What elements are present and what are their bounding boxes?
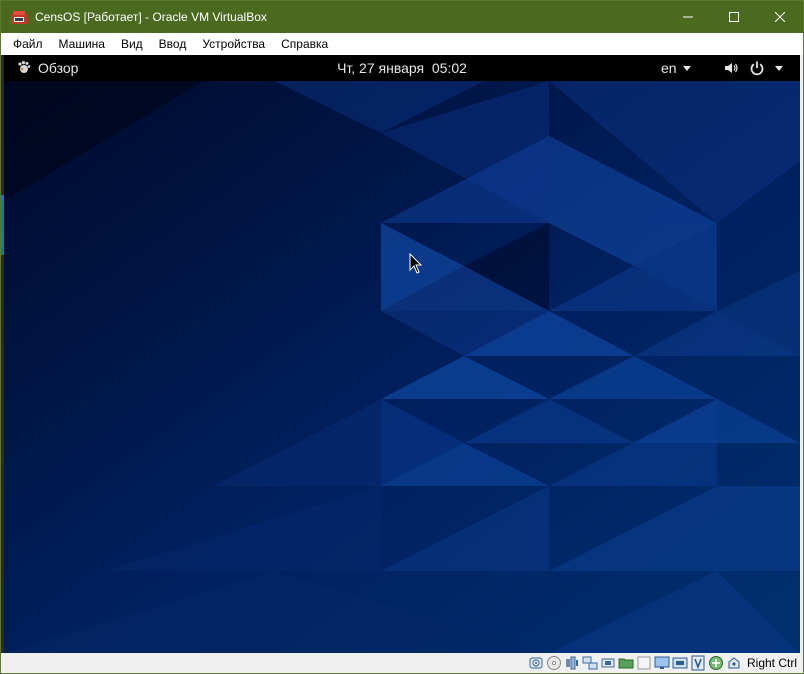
maximize-icon [729, 12, 739, 22]
menu-input[interactable]: Ввод [151, 34, 195, 54]
minimize-button[interactable] [665, 1, 711, 33]
maximize-button[interactable] [711, 1, 757, 33]
menu-devices[interactable]: Устройства [194, 34, 273, 54]
language-label: en [661, 60, 677, 76]
volume-icon [725, 63, 738, 73]
guest-display[interactable]: Обзор Чт, 27 января 05:02 en [4, 55, 800, 653]
menu-view[interactable]: Вид [113, 34, 151, 54]
menu-help[interactable]: Справка [273, 34, 336, 54]
clipboard-icon[interactable] [636, 655, 652, 671]
mouse-pointer-icon [409, 253, 423, 274]
menu-file[interactable]: Файл [5, 34, 51, 54]
menu-machine[interactable]: Машина [51, 34, 113, 54]
chevron-down-icon [682, 65, 691, 71]
title-bar[interactable]: CensOS [Работает] - Oracle VM VirtualBox [1, 1, 803, 33]
usb-icon[interactable] [600, 655, 616, 671]
desktop-wallpaper [4, 81, 800, 653]
clock-label[interactable]: Чт, 27 января 05:02 [337, 60, 467, 76]
cpu-virtualization-icon[interactable] [690, 655, 706, 671]
menu-bar: Файл Машина Вид Ввод Устройства Справка [1, 33, 803, 55]
power-icon [750, 61, 764, 76]
video-capture-icon[interactable] [672, 655, 688, 671]
activities-button[interactable]: Обзор [16, 55, 78, 81]
window-title: CensOS [Работает] - Oracle VM VirtualBox [35, 10, 267, 24]
close-button[interactable] [757, 1, 803, 33]
network-icon[interactable] [582, 655, 598, 671]
chevron-down-icon [775, 65, 783, 71]
gnome-foot-icon [18, 61, 31, 73]
input-language-selector[interactable]: en [661, 55, 691, 81]
audio-icon[interactable] [564, 655, 580, 671]
gnome-top-bar: Обзор Чт, 27 января 05:02 en [4, 55, 800, 81]
display-icon[interactable] [654, 655, 670, 671]
minimize-icon [683, 16, 693, 18]
system-menu[interactable] [723, 55, 783, 81]
optical-drive-icon[interactable] [546, 655, 562, 671]
close-icon [775, 12, 785, 22]
shared-folders-icon[interactable] [618, 655, 634, 671]
hard-disk-icon[interactable] [528, 655, 544, 671]
keyboard-icon[interactable] [726, 655, 742, 671]
virtualbox-app-icon[interactable] [10, 9, 28, 25]
status-bar: Right Ctrl [1, 653, 803, 673]
activities-label: Обзор [38, 60, 79, 76]
mouse-integration-icon[interactable] [708, 655, 724, 671]
host-key-label: Right Ctrl [746, 656, 797, 670]
virtualbox-window: CensOS [Работает] - Oracle VM VirtualBox… [0, 0, 804, 674]
